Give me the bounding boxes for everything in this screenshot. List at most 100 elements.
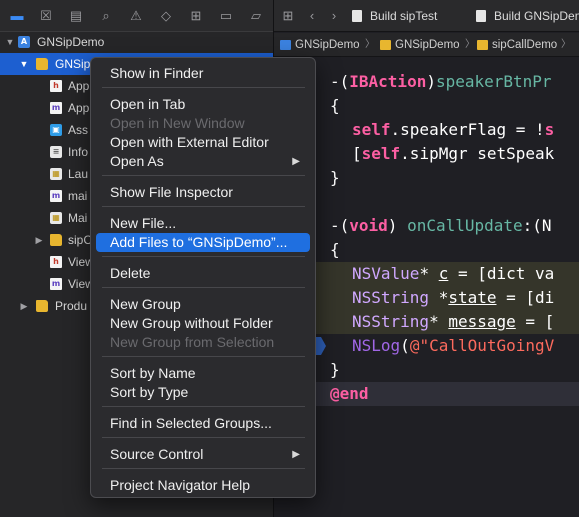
file-label: Info bbox=[68, 145, 89, 159]
folder-icon bbox=[36, 300, 48, 312]
menu-item-delete[interactable]: Delete bbox=[96, 264, 310, 283]
file-label: Mai bbox=[68, 211, 88, 225]
menu-item-add-files[interactable]: Add Files to “GNSipDemo”... bbox=[96, 233, 310, 252]
breakpoint-marker-icon[interactable] bbox=[316, 334, 326, 358]
source-control-icon[interactable]: ☒ bbox=[38, 8, 54, 24]
menu-item-show-file-inspector[interactable]: Show File Inspector bbox=[96, 183, 310, 202]
code-line: } bbox=[274, 166, 579, 190]
menu-item-sort-by-type[interactable]: Sort by Type bbox=[96, 383, 310, 402]
menu-item-source-control[interactable]: Source Control ▶ bbox=[96, 445, 310, 464]
menu-item-project-navigator-help[interactable]: Project Navigator Help bbox=[96, 476, 310, 495]
menu-item-show-in-finder[interactable]: Show in Finder bbox=[96, 64, 310, 83]
context-menu: Show in Finder Open in Tab Open in New W… bbox=[90, 57, 316, 498]
menu-item-new-file[interactable]: New File... bbox=[96, 214, 310, 233]
grid-icon[interactable]: ⊞ bbox=[280, 8, 296, 24]
debug-icon[interactable]: ⊞ bbox=[188, 8, 204, 24]
menu-separator bbox=[102, 437, 305, 438]
code-area[interactable]: -(IBAction)speakerBtnPr { self.speakerFl… bbox=[274, 57, 579, 517]
code-token: = [ bbox=[515, 312, 555, 331]
menu-separator bbox=[102, 206, 305, 207]
issue-icon[interactable]: ⚠ bbox=[128, 8, 144, 24]
breadcrumb-subgroup[interactable]: sipCallDemo bbox=[492, 33, 557, 56]
code-line: self.speakerFlag = !s bbox=[274, 118, 579, 142]
code-token: state bbox=[448, 288, 497, 307]
code-line-highlighted: NSString* message = [ bbox=[274, 310, 579, 334]
jump-bar: GNSipDemo 〉 GNSipDemo 〉 sipCallDemo 〉 bbox=[274, 33, 579, 57]
file-label: mai bbox=[68, 189, 88, 203]
xcode-project-icon bbox=[280, 40, 291, 50]
code-token: s bbox=[544, 120, 555, 139]
menu-item-find-in-selected-groups[interactable]: Find in Selected Groups... bbox=[96, 414, 310, 433]
code-token: .sipMgr setSpeak bbox=[400, 144, 555, 163]
disclosure-collapsed-icon[interactable]: ▶ bbox=[18, 295, 30, 317]
disclosure-collapsed-icon[interactable]: ▶ bbox=[33, 229, 45, 251]
breakpoint-icon[interactable]: ▭ bbox=[218, 8, 234, 24]
tab-label: Build sipTest bbox=[370, 9, 438, 23]
folder-icon bbox=[380, 40, 391, 50]
report-icon[interactable]: ▱ bbox=[248, 8, 264, 24]
file-label: Lau bbox=[68, 167, 89, 181]
menu-item-new-group[interactable]: New Group bbox=[96, 295, 310, 314]
code-token: message bbox=[448, 312, 516, 331]
code-token: -( bbox=[330, 216, 350, 235]
folder-icon[interactable]: ▬ bbox=[9, 8, 25, 24]
menu-separator bbox=[102, 256, 305, 257]
chevron-left-icon[interactable]: ‹ bbox=[304, 8, 320, 24]
breadcrumb-group[interactable]: GNSipDemo bbox=[395, 33, 460, 56]
chevron-right-icon[interactable]: › bbox=[326, 8, 342, 24]
submenu-arrow-icon: ▶ bbox=[292, 156, 300, 167]
code-line: -(void) onCallUpdate:(N bbox=[274, 214, 579, 238]
search-icon[interactable]: ⌕ bbox=[98, 8, 114, 24]
code-token: { bbox=[330, 240, 340, 259]
folder-icon bbox=[50, 234, 62, 246]
tab-build-gnsipdemo[interactable]: Build GNSipDem bbox=[476, 0, 579, 32]
tree-row-project[interactable]: ▼ A GNSipDemo bbox=[0, 31, 273, 53]
plist-file-icon: ≡ bbox=[50, 146, 62, 158]
code-token: NSLog bbox=[352, 336, 401, 355]
code-token: = [dict va bbox=[448, 264, 555, 283]
code-line-highlighted: NSValue* c = [dict va bbox=[274, 262, 579, 286]
submenu-arrow-icon: ▶ bbox=[292, 449, 300, 460]
menu-separator bbox=[102, 356, 305, 357]
code-token: self bbox=[352, 120, 391, 139]
code-line: NSLog(@"CallOutGoingV bbox=[274, 334, 579, 358]
source-editor: ⊞ ‹ › Build sipTest Build GNSipDem GNSip… bbox=[274, 0, 579, 517]
project-label: GNSipDemo bbox=[37, 35, 105, 49]
menu-item-open-as[interactable]: Open As ▶ bbox=[96, 152, 310, 171]
code-token: * bbox=[429, 288, 449, 307]
menu-separator bbox=[102, 406, 305, 407]
code-line-current: @end bbox=[274, 382, 579, 406]
group-label: sipC bbox=[68, 233, 93, 247]
disclosure-expanded-icon[interactable]: ▼ bbox=[18, 53, 30, 75]
menu-item-sort-by-name[interactable]: Sort by Name bbox=[96, 364, 310, 383]
editor-tab-bar: ⊞ ‹ › Build sipTest Build GNSipDem bbox=[274, 0, 579, 32]
code-line-highlighted: NSString *state = [di bbox=[274, 286, 579, 310]
folder-icon bbox=[36, 58, 48, 70]
code-token: -( bbox=[330, 72, 350, 91]
menu-separator bbox=[102, 468, 305, 469]
document-icon bbox=[352, 10, 362, 22]
document-icon bbox=[476, 10, 486, 22]
tab-build-siptest[interactable]: Build sipTest bbox=[352, 0, 462, 32]
menu-item-open-in-tab[interactable]: Open in Tab bbox=[96, 95, 310, 114]
code-token: NSString bbox=[352, 288, 430, 307]
menu-item-new-group-from-selection: New Group from Selection bbox=[110, 334, 275, 350]
chevron-right-icon: 〉 bbox=[561, 39, 571, 50]
code-token: * bbox=[419, 264, 439, 283]
disclosure-expanded-icon[interactable]: ▼ bbox=[4, 31, 16, 53]
code-token: c bbox=[438, 264, 449, 283]
code-token: @"CallOutGoingV bbox=[409, 336, 555, 355]
test-icon[interactable]: ◇ bbox=[158, 8, 174, 24]
chevron-right-icon: 〉 bbox=[365, 39, 375, 50]
code-token: = [di bbox=[496, 288, 555, 307]
menu-item-open-with-external-editor[interactable]: Open with External Editor bbox=[96, 133, 310, 152]
storyboard-file-icon: ▦ bbox=[50, 212, 62, 224]
menu-separator bbox=[102, 287, 305, 288]
breadcrumb-project[interactable]: GNSipDemo bbox=[295, 33, 360, 56]
symbol-navigator-icon[interactable]: ▤ bbox=[68, 8, 84, 24]
menu-item-new-group-without-folder[interactable]: New Group without Folder bbox=[96, 314, 310, 333]
code-token: [ bbox=[352, 144, 362, 163]
code-token: speakerBtnPr bbox=[435, 72, 552, 91]
storyboard-file-icon: ▦ bbox=[50, 168, 62, 180]
code-token: void bbox=[349, 216, 388, 235]
